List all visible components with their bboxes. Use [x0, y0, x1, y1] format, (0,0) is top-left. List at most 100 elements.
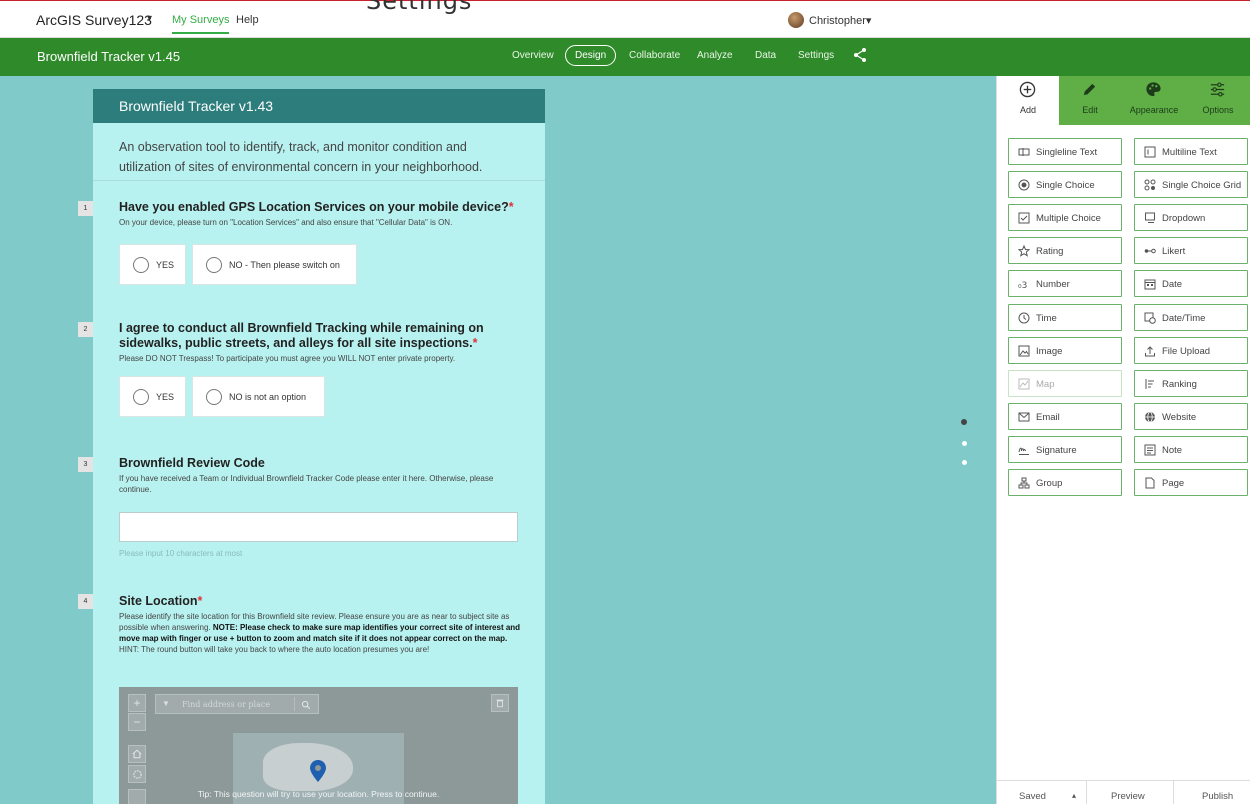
tab-settings[interactable]: Settings: [798, 50, 834, 61]
palette-icon: [1146, 82, 1161, 97]
question-number-4: 4: [78, 594, 93, 609]
tab-appearance[interactable]: Appearance: [1123, 76, 1185, 125]
zoom-in-button[interactable]: +: [128, 694, 146, 712]
trash-icon[interactable]: [491, 694, 509, 712]
option-no[interactable]: NO - Then please switch on: [192, 244, 357, 285]
add-date-button[interactable]: Date: [1134, 270, 1248, 298]
nav-my-surveys[interactable]: My Surveys: [172, 14, 230, 34]
tab-collaborate[interactable]: Collaborate: [629, 50, 680, 61]
add-rating-button[interactable]: Rating: [1008, 237, 1122, 265]
form-description[interactable]: An observation tool to identify, track, …: [93, 123, 545, 181]
tab-add[interactable]: Add: [997, 76, 1059, 125]
page-dot[interactable]: [962, 460, 967, 465]
add-page-button[interactable]: Page: [1134, 469, 1248, 496]
upload-icon: [1145, 345, 1155, 357]
locate-icon[interactable]: [128, 765, 146, 783]
dropdown-icon: [1145, 212, 1155, 224]
tab-data[interactable]: Data: [755, 50, 776, 61]
add-likert-button[interactable]: Likert: [1134, 237, 1248, 265]
radio-icon[interactable]: [133, 257, 149, 273]
question-4[interactable]: Site Location* Please identify the site …: [119, 594, 529, 655]
search-icon[interactable]: [294, 697, 316, 711]
home-icon[interactable]: [128, 745, 146, 763]
app-brand[interactable]: ArcGIS Survey123: [36, 12, 152, 28]
user-menu[interactable]: Christopher▾: [809, 14, 871, 27]
add-image-button[interactable]: Image: [1008, 336, 1122, 364]
saved-status[interactable]: Saved: [1019, 791, 1046, 802]
map-tip[interactable]: Tip: This question will try to use your …: [119, 789, 518, 799]
tab-overview[interactable]: Overview: [512, 50, 554, 61]
location-map[interactable]: + − ▼ Find address or place Tip: This qu…: [119, 687, 518, 804]
sliders-icon: [1210, 82, 1225, 97]
clock-icon: [1018, 312, 1030, 323]
option-yes[interactable]: YES: [119, 376, 186, 417]
question-type-label: Page: [1162, 478, 1185, 489]
question-type-label: File Upload: [1162, 345, 1211, 357]
calendar-icon: [1144, 279, 1156, 290]
add-single-choice-button[interactable]: Single Choice: [1008, 171, 1122, 199]
radio-icon[interactable]: [133, 389, 149, 405]
chevron-down-icon[interactable]: ▼: [162, 699, 170, 708]
tab-options[interactable]: Options: [1187, 76, 1249, 125]
add-note-button[interactable]: Note: [1134, 435, 1248, 463]
design-canvas: Brownfield Tracker v1.43 An observation …: [0, 76, 996, 804]
map-search-input[interactable]: Find address or place: [182, 700, 270, 709]
add-time-button[interactable]: Time: [1008, 303, 1122, 331]
zoom-out-button[interactable]: −: [128, 713, 146, 731]
add-ranking-button[interactable]: Ranking: [1134, 369, 1248, 397]
add-website-button[interactable]: Website: [1134, 402, 1248, 430]
add-singleline-text-button[interactable]: Singleline Text: [1008, 138, 1122, 165]
page-dot[interactable]: [962, 441, 967, 446]
question-1[interactable]: Have you enabled GPS Location Services o…: [119, 200, 529, 228]
chevron-up-icon[interactable]: ▴: [1072, 791, 1076, 800]
add-date-time-button[interactable]: Date/Time: [1134, 303, 1248, 331]
question-type-label: Email: [1036, 411, 1060, 423]
add-single-choice-grid-button[interactable]: Single Choice Grid: [1134, 171, 1248, 199]
add-dropdown-button[interactable]: Dropdown: [1134, 204, 1248, 232]
add-circle-icon: [1019, 81, 1036, 98]
add-file-upload-button[interactable]: File Upload: [1134, 336, 1248, 364]
tab-analyze[interactable]: Analyze: [697, 50, 733, 61]
question-type-label: Image: [1036, 345, 1063, 357]
review-code-input[interactable]: [119, 512, 518, 542]
page-icon: [1145, 477, 1155, 489]
radio-icon[interactable]: [206, 257, 222, 273]
grid-icon: [1144, 179, 1156, 191]
panel-tabs: Add Edit Appearance Options: [997, 76, 1250, 125]
brand-caret-icon[interactable]: ▾: [147, 13, 152, 24]
panel-footer: Saved ▴ Preview Publish: [997, 780, 1250, 804]
question-2[interactable]: I agree to conduct all Brownfield Tracki…: [119, 321, 529, 364]
number-icon: ₀3: [1018, 281, 1027, 290]
map-search-box[interactable]: ▼ Find address or place: [155, 694, 319, 714]
nav-help[interactable]: Help: [236, 14, 259, 26]
publish-button[interactable]: Publish: [1202, 791, 1233, 802]
survey-form: Brownfield Tracker v1.43 An observation …: [93, 89, 545, 804]
avatar[interactable]: [788, 12, 804, 28]
add-multiple-choice-button[interactable]: Multiple Choice: [1008, 204, 1122, 232]
preview-button[interactable]: Preview: [1111, 791, 1145, 802]
question-type-label: Singleline Text: [1036, 147, 1098, 158]
question-number-3: 3: [78, 457, 93, 472]
add-multiline-text-button[interactable]: Multiline Text: [1134, 138, 1248, 165]
question-type-label: Single Choice: [1036, 180, 1095, 192]
share-icon[interactable]: [852, 47, 868, 63]
checkbox-icon: [1018, 212, 1030, 224]
tab-design[interactable]: Design: [565, 45, 617, 66]
tab-edit[interactable]: Edit: [1059, 76, 1121, 125]
option-no[interactable]: NO is not an option: [192, 376, 325, 417]
image-icon: [1018, 345, 1030, 357]
radio-icon[interactable]: [206, 389, 222, 405]
add-group-button[interactable]: Group: [1008, 469, 1122, 496]
form-header[interactable]: Brownfield Tracker v1.43: [93, 89, 545, 123]
question-type-label: Date: [1162, 279, 1183, 291]
question-type-label: Number: [1036, 279, 1070, 291]
email-icon: [1018, 412, 1030, 422]
add-number-button[interactable]: ₀3 Number: [1008, 270, 1122, 298]
add-email-button[interactable]: Email: [1008, 402, 1122, 430]
question-3[interactable]: Brownfield Review Code If you have recei…: [119, 456, 529, 495]
option-yes[interactable]: YES: [119, 244, 186, 285]
question-4-title: Site Location*: [119, 594, 203, 608]
add-map-button[interactable]: Map: [1008, 369, 1122, 397]
add-signature-button[interactable]: Signature: [1008, 435, 1122, 463]
page-dot-active[interactable]: [961, 419, 967, 425]
